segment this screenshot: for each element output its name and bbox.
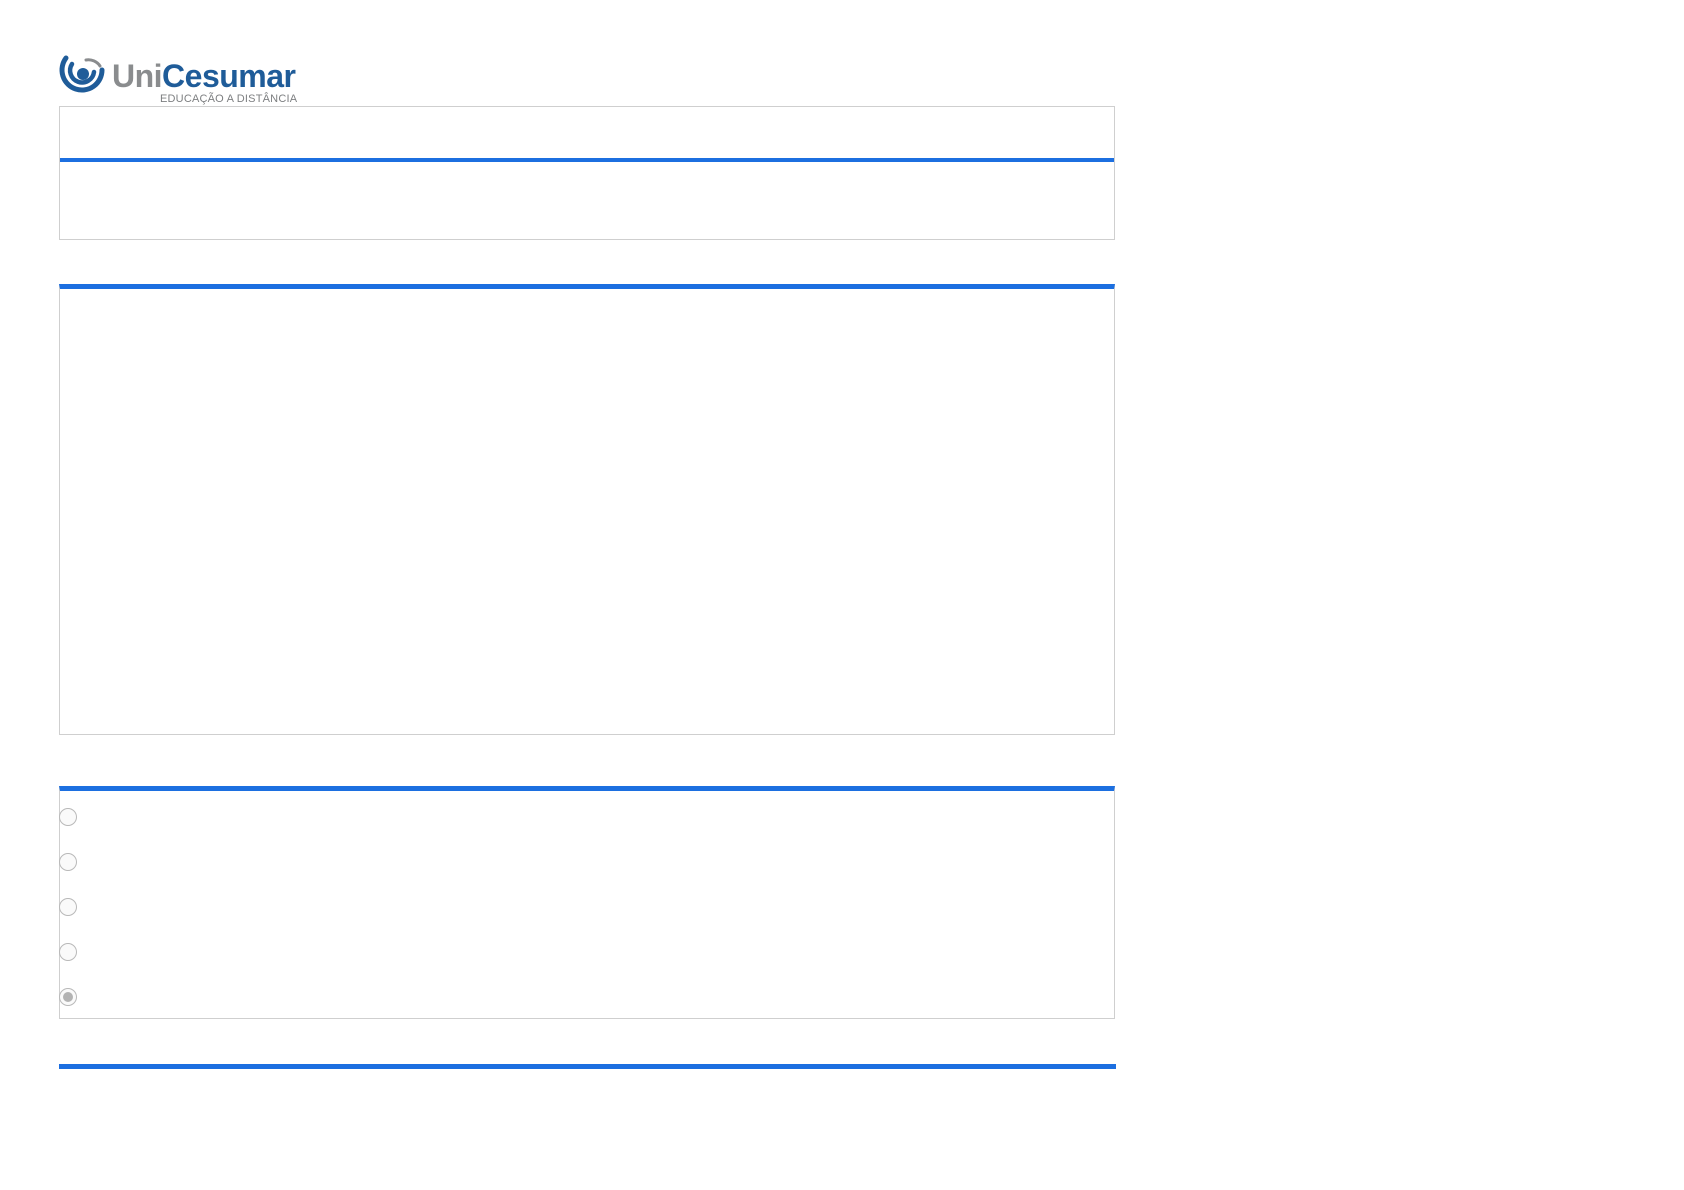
header-panel (59, 106, 1115, 240)
unicesumar-logo-icon (59, 55, 105, 93)
header-panel-title (60, 107, 1114, 158)
logo-word-cesumar: Cesumar (162, 58, 296, 94)
logo-wordmark: UniCesumar (112, 58, 296, 94)
answer-option[interactable] (59, 851, 87, 873)
answer-radio-e[interactable] (59, 988, 77, 1006)
logo-subtitle: EDUCAÇÃO A DISTÂNCIA (160, 93, 298, 105)
answer-option[interactable] (59, 986, 87, 1008)
logo-word-uni: Uni (112, 58, 163, 94)
question-panel (59, 284, 1115, 735)
unicesumar-logo: UniCesumar EDUCAÇÃO A DISTÂNCIA (56, 54, 298, 106)
answer-radio-a[interactable] (59, 808, 77, 826)
answer-option[interactable] (59, 896, 87, 918)
answer-radio-b[interactable] (59, 853, 77, 871)
answer-radio-d[interactable] (59, 943, 77, 961)
answer-option[interactable] (59, 941, 87, 963)
footer-divider (59, 1064, 1116, 1069)
answer-radio-c[interactable] (59, 898, 77, 916)
header-panel-divider (60, 158, 1114, 162)
answer-option[interactable] (59, 806, 87, 828)
answers-panel (59, 786, 1115, 1019)
